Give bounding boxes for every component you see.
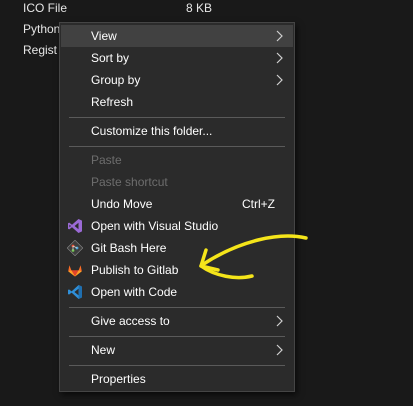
annotation-arrow	[199, 234, 308, 280]
